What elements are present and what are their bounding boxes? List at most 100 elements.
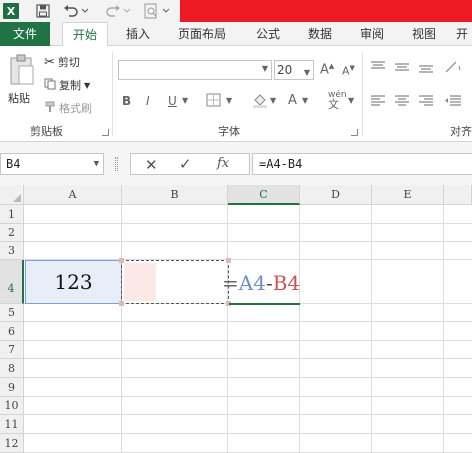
cut-icon: ✂: [44, 54, 55, 70]
spreadsheet-grid: ABCDE 1 2 3 4 5 6 7 8 9 10 11 12 123 =A4-B4: [0, 185, 472, 453]
tab-file[interactable]: 文件: [0, 22, 50, 46]
row-header-5[interactable]: 5: [0, 304, 24, 322]
bold-button[interactable]: B: [122, 94, 131, 108]
row-header-4[interactable]: 4: [0, 260, 24, 304]
undo-icon[interactable]: [62, 2, 80, 20]
name-box-dropdown-icon[interactable]: ▼: [94, 154, 99, 174]
fill-color-icon[interactable]: [252, 92, 268, 111]
undo-dropdown-icon[interactable]: [80, 2, 90, 20]
paste-icon[interactable]: [8, 54, 36, 88]
underline-button[interactable]: U: [168, 94, 177, 108]
cell-formula-overlay[interactable]: =A4-B4: [222, 273, 300, 293]
format-painter-button[interactable]: 格式刷: [44, 100, 92, 116]
fill-color-dropdown-icon[interactable]: ▼: [270, 96, 276, 105]
column-header-e[interactable]: E: [372, 185, 444, 205]
row-header-3[interactable]: 3: [0, 242, 24, 260]
column-header-c[interactable]: C: [228, 185, 300, 205]
format-painter-icon: [44, 101, 56, 116]
ribbon-tabs: 文件 开始 插入 页面布局 公式 数据 审阅 视图 开: [0, 22, 472, 47]
row-header-10[interactable]: 10: [0, 397, 24, 415]
borders-icon[interactable]: [206, 93, 222, 110]
column-header-a[interactable]: A: [24, 185, 122, 205]
selection-handle[interactable]: [119, 301, 124, 306]
save-icon[interactable]: [34, 2, 52, 20]
font-size-box[interactable]: 20 ▼: [274, 60, 314, 80]
format-painter-label: 格式刷: [59, 102, 92, 115]
tab-formulas[interactable]: 公式: [248, 22, 288, 46]
align-left-icon[interactable]: [370, 94, 386, 111]
redo-icon[interactable]: [104, 2, 122, 20]
cell-a4[interactable]: 123: [25, 260, 122, 304]
redo-dropdown-icon[interactable]: [122, 2, 132, 20]
phonetic-dropdown-icon[interactable]: ▼: [348, 96, 354, 105]
column-header-b[interactable]: B: [122, 185, 228, 205]
decrease-font-icon[interactable]: A▼: [342, 64, 355, 78]
gridline: [443, 205, 444, 453]
tab-home[interactable]: 开始: [62, 22, 108, 47]
font-color-dropdown-icon[interactable]: ▼: [302, 96, 308, 105]
font-launcher-icon[interactable]: [351, 129, 358, 136]
orientation-icon[interactable]: [444, 60, 462, 77]
row-header-7[interactable]: 7: [0, 341, 24, 359]
tab-review[interactable]: 审阅: [352, 22, 392, 46]
font-name-dropdown-icon: ▼: [261, 64, 268, 73]
tab-data[interactable]: 数据: [300, 22, 340, 46]
paste-label[interactable]: 粘贴: [8, 90, 30, 106]
italic-button[interactable]: I: [146, 94, 150, 108]
cell-c4-bottom-border: [229, 303, 300, 305]
row-header-11[interactable]: 11: [0, 415, 24, 434]
phonetic-icon[interactable]: wén 文: [328, 90, 347, 111]
align-top-icon[interactable]: [370, 60, 386, 77]
row-header-2[interactable]: 2: [0, 224, 24, 242]
gridline: [24, 223, 472, 224]
tab-page-layout[interactable]: 页面布局: [170, 22, 234, 46]
name-box-value: B4: [6, 157, 21, 171]
row-header-1[interactable]: 1: [0, 205, 24, 224]
formula-input[interactable]: =A4-B4: [252, 153, 472, 175]
print-preview-icon[interactable]: [142, 2, 160, 20]
select-all-button[interactable]: [0, 185, 24, 205]
excel-logo-icon: X: [3, 3, 19, 19]
insert-function-icon[interactable]: fx: [217, 156, 229, 171]
cell-a4-value: 123: [54, 270, 93, 294]
column-header-next[interactable]: [444, 185, 472, 205]
cell-b4-selection[interactable]: [121, 260, 229, 304]
formula-bar: B4 ▼ ✕ ✓ fx =A4-B4: [0, 142, 472, 185]
increase-font-icon[interactable]: A▲: [320, 62, 334, 77]
tab-view[interactable]: 视图: [404, 22, 444, 46]
customize-toolbar-icon[interactable]: [160, 2, 172, 20]
gridline: [24, 340, 472, 341]
row-header-6[interactable]: 6: [0, 322, 24, 341]
column-header-d[interactable]: D: [300, 185, 372, 205]
row-header-8[interactable]: 8: [0, 359, 24, 378]
font-color-icon[interactable]: A: [288, 93, 297, 108]
copy-icon: [44, 78, 56, 93]
enter-icon[interactable]: ✓: [179, 155, 192, 173]
tab-insert[interactable]: 插入: [118, 22, 158, 46]
cancel-icon[interactable]: ✕: [145, 156, 158, 174]
clipboard-launcher-icon[interactable]: [102, 129, 109, 136]
row-header-12[interactable]: 12: [0, 434, 24, 453]
formula-bar-grip-icon[interactable]: [115, 157, 118, 171]
tab-more[interactable]: 开: [456, 22, 472, 46]
row-header-9[interactable]: 9: [0, 378, 24, 397]
gridline: [24, 358, 472, 359]
gridline: [24, 396, 472, 397]
name-box[interactable]: B4 ▼: [0, 153, 104, 175]
font-group-label: 字体: [218, 125, 240, 138]
selection-handle[interactable]: [119, 258, 124, 263]
cut-button[interactable]: ✂ 剪切: [44, 54, 80, 70]
underline-dropdown-icon[interactable]: ▼: [182, 96, 188, 105]
formula-input-value: =A4-B4: [259, 157, 303, 171]
copy-button[interactable]: 复制 ▼: [44, 77, 90, 93]
decrease-indent-icon[interactable]: [444, 94, 462, 111]
align-bottom-icon[interactable]: [418, 60, 434, 77]
cut-label: 剪切: [57, 56, 80, 69]
align-right-icon[interactable]: [418, 94, 434, 111]
borders-dropdown-icon[interactable]: ▼: [226, 96, 232, 105]
font-name-box[interactable]: ▼: [118, 60, 272, 80]
selection-handle[interactable]: [226, 258, 231, 263]
gridline: [227, 205, 228, 453]
align-middle-icon[interactable]: [394, 60, 410, 77]
align-center-icon[interactable]: [394, 94, 410, 111]
